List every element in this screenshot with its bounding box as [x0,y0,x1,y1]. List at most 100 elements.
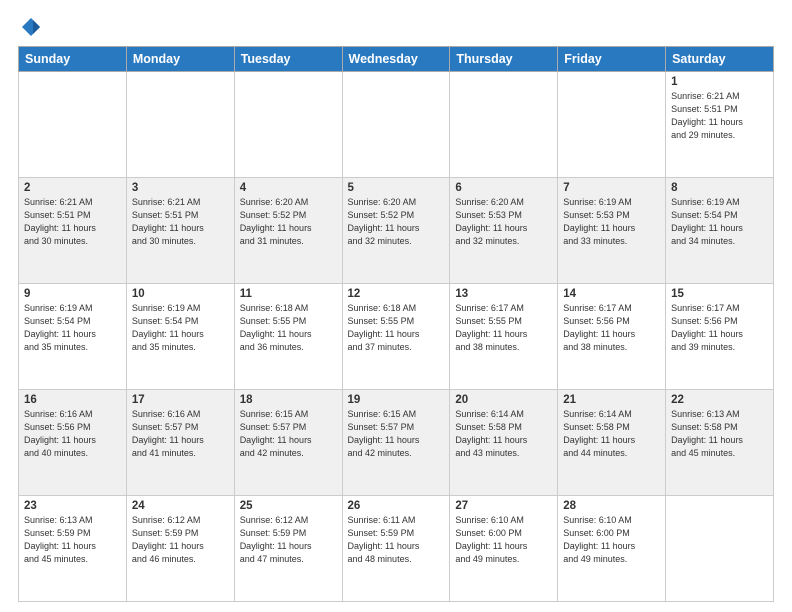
day-number: 27 [455,500,552,512]
day-info: Sunrise: 6:12 AM Sunset: 5:59 PM Dayligh… [240,514,337,566]
day-info: Sunrise: 6:20 AM Sunset: 5:53 PM Dayligh… [455,196,552,248]
day-number: 22 [671,394,768,406]
day-number: 15 [671,288,768,300]
day-cell: 13 Sunrise: 6:17 AM Sunset: 5:55 PM Dayli… [450,284,558,390]
day-number: 21 [563,394,660,406]
day-info: Sunrise: 6:20 AM Sunset: 5:52 PM Dayligh… [348,196,445,248]
day-cell: 24Sunrise: 6:12 AM Sunset: 5:59 PM Dayli… [126,496,234,602]
day-info: Sunrise: 6:19 AM Sunset: 5:54 PM Dayligh… [671,196,768,248]
day-number: 28 [563,500,660,512]
day-cell [450,72,558,178]
day-cell: 22 Sunrise: 6:13 AM Sunset: 5:58 PM Dayli… [666,390,774,496]
day-cell: 18 Sunrise: 6:15 AM Sunset: 5:57 PM Dayli… [234,390,342,496]
day-number: 18 [240,394,337,406]
day-cell: 14 Sunrise: 6:17 AM Sunset: 5:56 PM Dayli… [558,284,666,390]
day-cell: 15 Sunrise: 6:17 AM Sunset: 5:56 PM Dayli… [666,284,774,390]
day-cell: 1 Sunrise: 6:21 AM Sunset: 5:51 PM Daylig… [666,72,774,178]
logo [18,16,42,38]
day-number: 4 [240,182,337,194]
day-cell [126,72,234,178]
day-info: Sunrise: 6:19 AM Sunset: 5:54 PM Dayligh… [132,302,229,354]
page: SundayMondayTuesdayWednesdayThursdayFrid… [0,0,792,612]
day-cell: 5 Sunrise: 6:20 AM Sunset: 5:52 PM Daylig… [342,178,450,284]
day-cell [666,496,774,602]
day-number: 17 [132,394,229,406]
day-info: Sunrise: 6:18 AM Sunset: 5:55 PM Dayligh… [240,302,337,354]
day-info: Sunrise: 6:19 AM Sunset: 5:54 PM Dayligh… [24,302,121,354]
week-row-2: 2 Sunrise: 6:21 AM Sunset: 5:51 PM Daylig… [19,178,774,284]
day-cell: 7 Sunrise: 6:19 AM Sunset: 5:53 PM Daylig… [558,178,666,284]
day-number: 16 [24,394,121,406]
day-number: 10 [132,288,229,300]
day-cell: 25 Sunrise: 6:12 AM Sunset: 5:59 PM Dayli… [234,496,342,602]
day-number: 3 [132,182,229,194]
day-cell [342,72,450,178]
day-cell [558,72,666,178]
day-header-saturday: Saturday [666,47,774,72]
day-cell: 20 Sunrise: 6:14 AM Sunset: 5:58 PM Dayli… [450,390,558,496]
day-info: Sunrise: 6:13 AM Sunset: 5:59 PM Dayligh… [24,514,121,566]
header [18,16,774,38]
day-info: Sunrise: 6:21 AM Sunset: 5:51 PM Dayligh… [24,196,121,248]
day-number: 14 [563,288,660,300]
day-info: Sunrise: 6:16 AM Sunset: 5:57 PM Dayligh… [132,408,229,460]
day-info: Sunrise: 6:21 AM Sunset: 5:51 PM Dayligh… [671,90,768,142]
day-number: 20 [455,394,552,406]
day-info: Sunrise: 6:18 AM Sunset: 5:55 PM Dayligh… [348,302,445,354]
day-info: Sunrise: 6:20 AM Sunset: 5:52 PM Dayligh… [240,196,337,248]
day-header-thursday: Thursday [450,47,558,72]
calendar-table: SundayMondayTuesdayWednesdayThursdayFrid… [18,46,774,602]
day-info: Sunrise: 6:17 AM Sunset: 5:56 PM Dayligh… [563,302,660,354]
day-info: Sunrise: 6:14 AM Sunset: 5:58 PM Dayligh… [455,408,552,460]
day-cell: 9 Sunrise: 6:19 AM Sunset: 5:54 PM Daylig… [19,284,127,390]
week-row-5: 23 Sunrise: 6:13 AM Sunset: 5:59 PM Dayli… [19,496,774,602]
day-info: Sunrise: 6:16 AM Sunset: 5:56 PM Dayligh… [24,408,121,460]
day-cell: 28 Sunrise: 6:10 AM Sunset: 6:00 PM Dayli… [558,496,666,602]
day-header-wednesday: Wednesday [342,47,450,72]
day-number: 9 [24,288,121,300]
day-number: 26 [348,500,445,512]
day-number: 19 [348,394,445,406]
day-cell: 23 Sunrise: 6:13 AM Sunset: 5:59 PM Dayli… [19,496,127,602]
day-cell: 6Sunrise: 6:20 AM Sunset: 5:53 PM Daylig… [450,178,558,284]
day-cell: 8 Sunrise: 6:19 AM Sunset: 5:54 PM Daylig… [666,178,774,284]
header-row: SundayMondayTuesdayWednesdayThursdayFrid… [19,47,774,72]
day-info: Sunrise: 6:15 AM Sunset: 5:57 PM Dayligh… [240,408,337,460]
day-number: 13 [455,288,552,300]
day-cell: 21Sunrise: 6:14 AM Sunset: 5:58 PM Dayli… [558,390,666,496]
day-info: Sunrise: 6:17 AM Sunset: 5:55 PM Dayligh… [455,302,552,354]
day-cell: 11 Sunrise: 6:18 AM Sunset: 5:55 PM Dayli… [234,284,342,390]
day-info: Sunrise: 6:10 AM Sunset: 6:00 PM Dayligh… [563,514,660,566]
day-cell: 19Sunrise: 6:15 AM Sunset: 5:57 PM Dayli… [342,390,450,496]
day-cell: 3 Sunrise: 6:21 AM Sunset: 5:51 PM Daylig… [126,178,234,284]
day-cell: 2 Sunrise: 6:21 AM Sunset: 5:51 PM Daylig… [19,178,127,284]
day-header-tuesday: Tuesday [234,47,342,72]
day-cell: 16 Sunrise: 6:16 AM Sunset: 5:56 PM Dayli… [19,390,127,496]
day-info: Sunrise: 6:12 AM Sunset: 5:59 PM Dayligh… [132,514,229,566]
day-number: 1 [671,76,768,88]
day-header-sunday: Sunday [19,47,127,72]
day-cell: 12 Sunrise: 6:18 AM Sunset: 5:55 PM Dayli… [342,284,450,390]
day-cell [19,72,127,178]
day-info: Sunrise: 6:17 AM Sunset: 5:56 PM Dayligh… [671,302,768,354]
day-cell: 17 Sunrise: 6:16 AM Sunset: 5:57 PM Dayli… [126,390,234,496]
day-number: 23 [24,500,121,512]
day-number: 5 [348,182,445,194]
day-info: Sunrise: 6:21 AM Sunset: 5:51 PM Dayligh… [132,196,229,248]
day-number: 8 [671,182,768,194]
day-number: 7 [563,182,660,194]
day-number: 11 [240,288,337,300]
day-info: Sunrise: 6:19 AM Sunset: 5:53 PM Dayligh… [563,196,660,248]
day-header-monday: Monday [126,47,234,72]
day-number: 12 [348,288,445,300]
week-row-1: 1 Sunrise: 6:21 AM Sunset: 5:51 PM Daylig… [19,72,774,178]
day-number: 25 [240,500,337,512]
logo-icon [20,16,42,38]
day-info: Sunrise: 6:13 AM Sunset: 5:58 PM Dayligh… [671,408,768,460]
day-cell [234,72,342,178]
day-info: Sunrise: 6:11 AM Sunset: 5:59 PM Dayligh… [348,514,445,566]
day-cell: 4 Sunrise: 6:20 AM Sunset: 5:52 PM Daylig… [234,178,342,284]
day-cell: 26 Sunrise: 6:11 AM Sunset: 5:59 PM Dayli… [342,496,450,602]
day-number: 2 [24,182,121,194]
week-row-4: 16 Sunrise: 6:16 AM Sunset: 5:56 PM Dayli… [19,390,774,496]
